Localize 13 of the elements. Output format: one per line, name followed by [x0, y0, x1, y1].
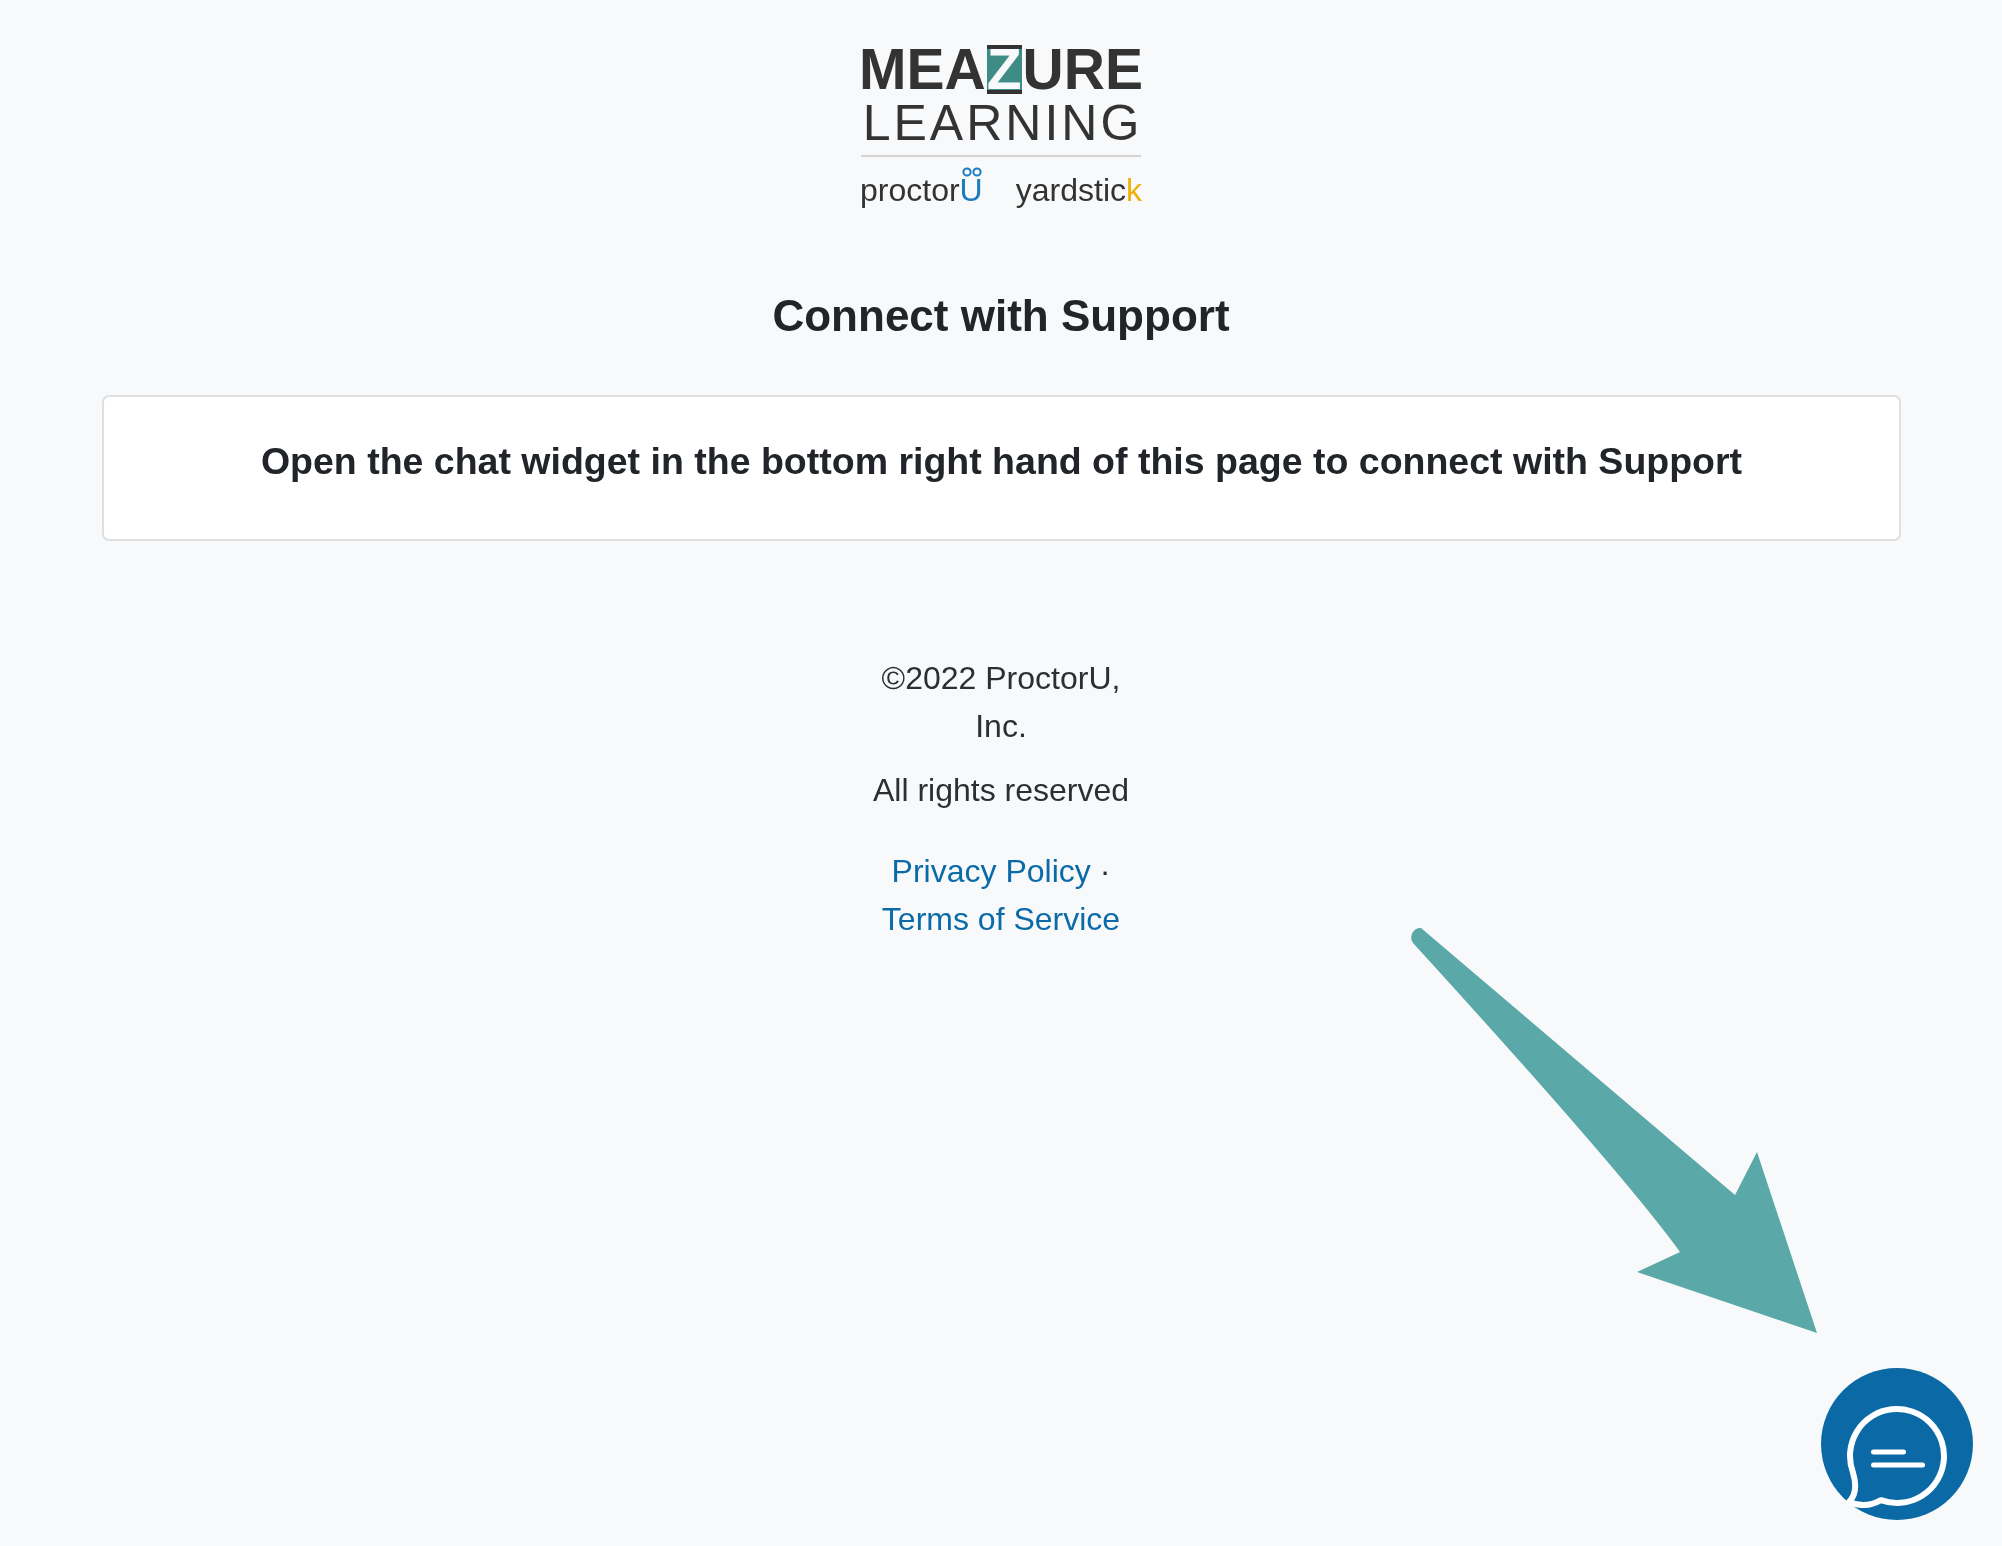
notice-text: Open the chat widget in the bottom right hand of this page to connect with Support [260, 439, 1743, 485]
footer-link[interactable]: Terms of Service [881, 894, 1121, 943]
rights-text: All rights reserved [872, 770, 1130, 810]
copyright-text: ©2022 ProctorU, Inc. [880, 658, 1122, 746]
partner-brand-name: yardstick [1015, 178, 1142, 209]
page-heading: Connect with Support [772, 290, 1230, 342]
owl-eyes-icon [961, 167, 982, 177]
footer-link[interactable]: Privacy Policy [891, 846, 1091, 895]
brand-tagline: LEARNING [861, 98, 1143, 148]
partner-brand-name: proctorU [860, 178, 983, 209]
link-separator: · [1099, 851, 1111, 891]
chat-bubble-icon [1844, 1404, 1948, 1508]
brand-wordmark: MEAZURE [859, 41, 1143, 98]
